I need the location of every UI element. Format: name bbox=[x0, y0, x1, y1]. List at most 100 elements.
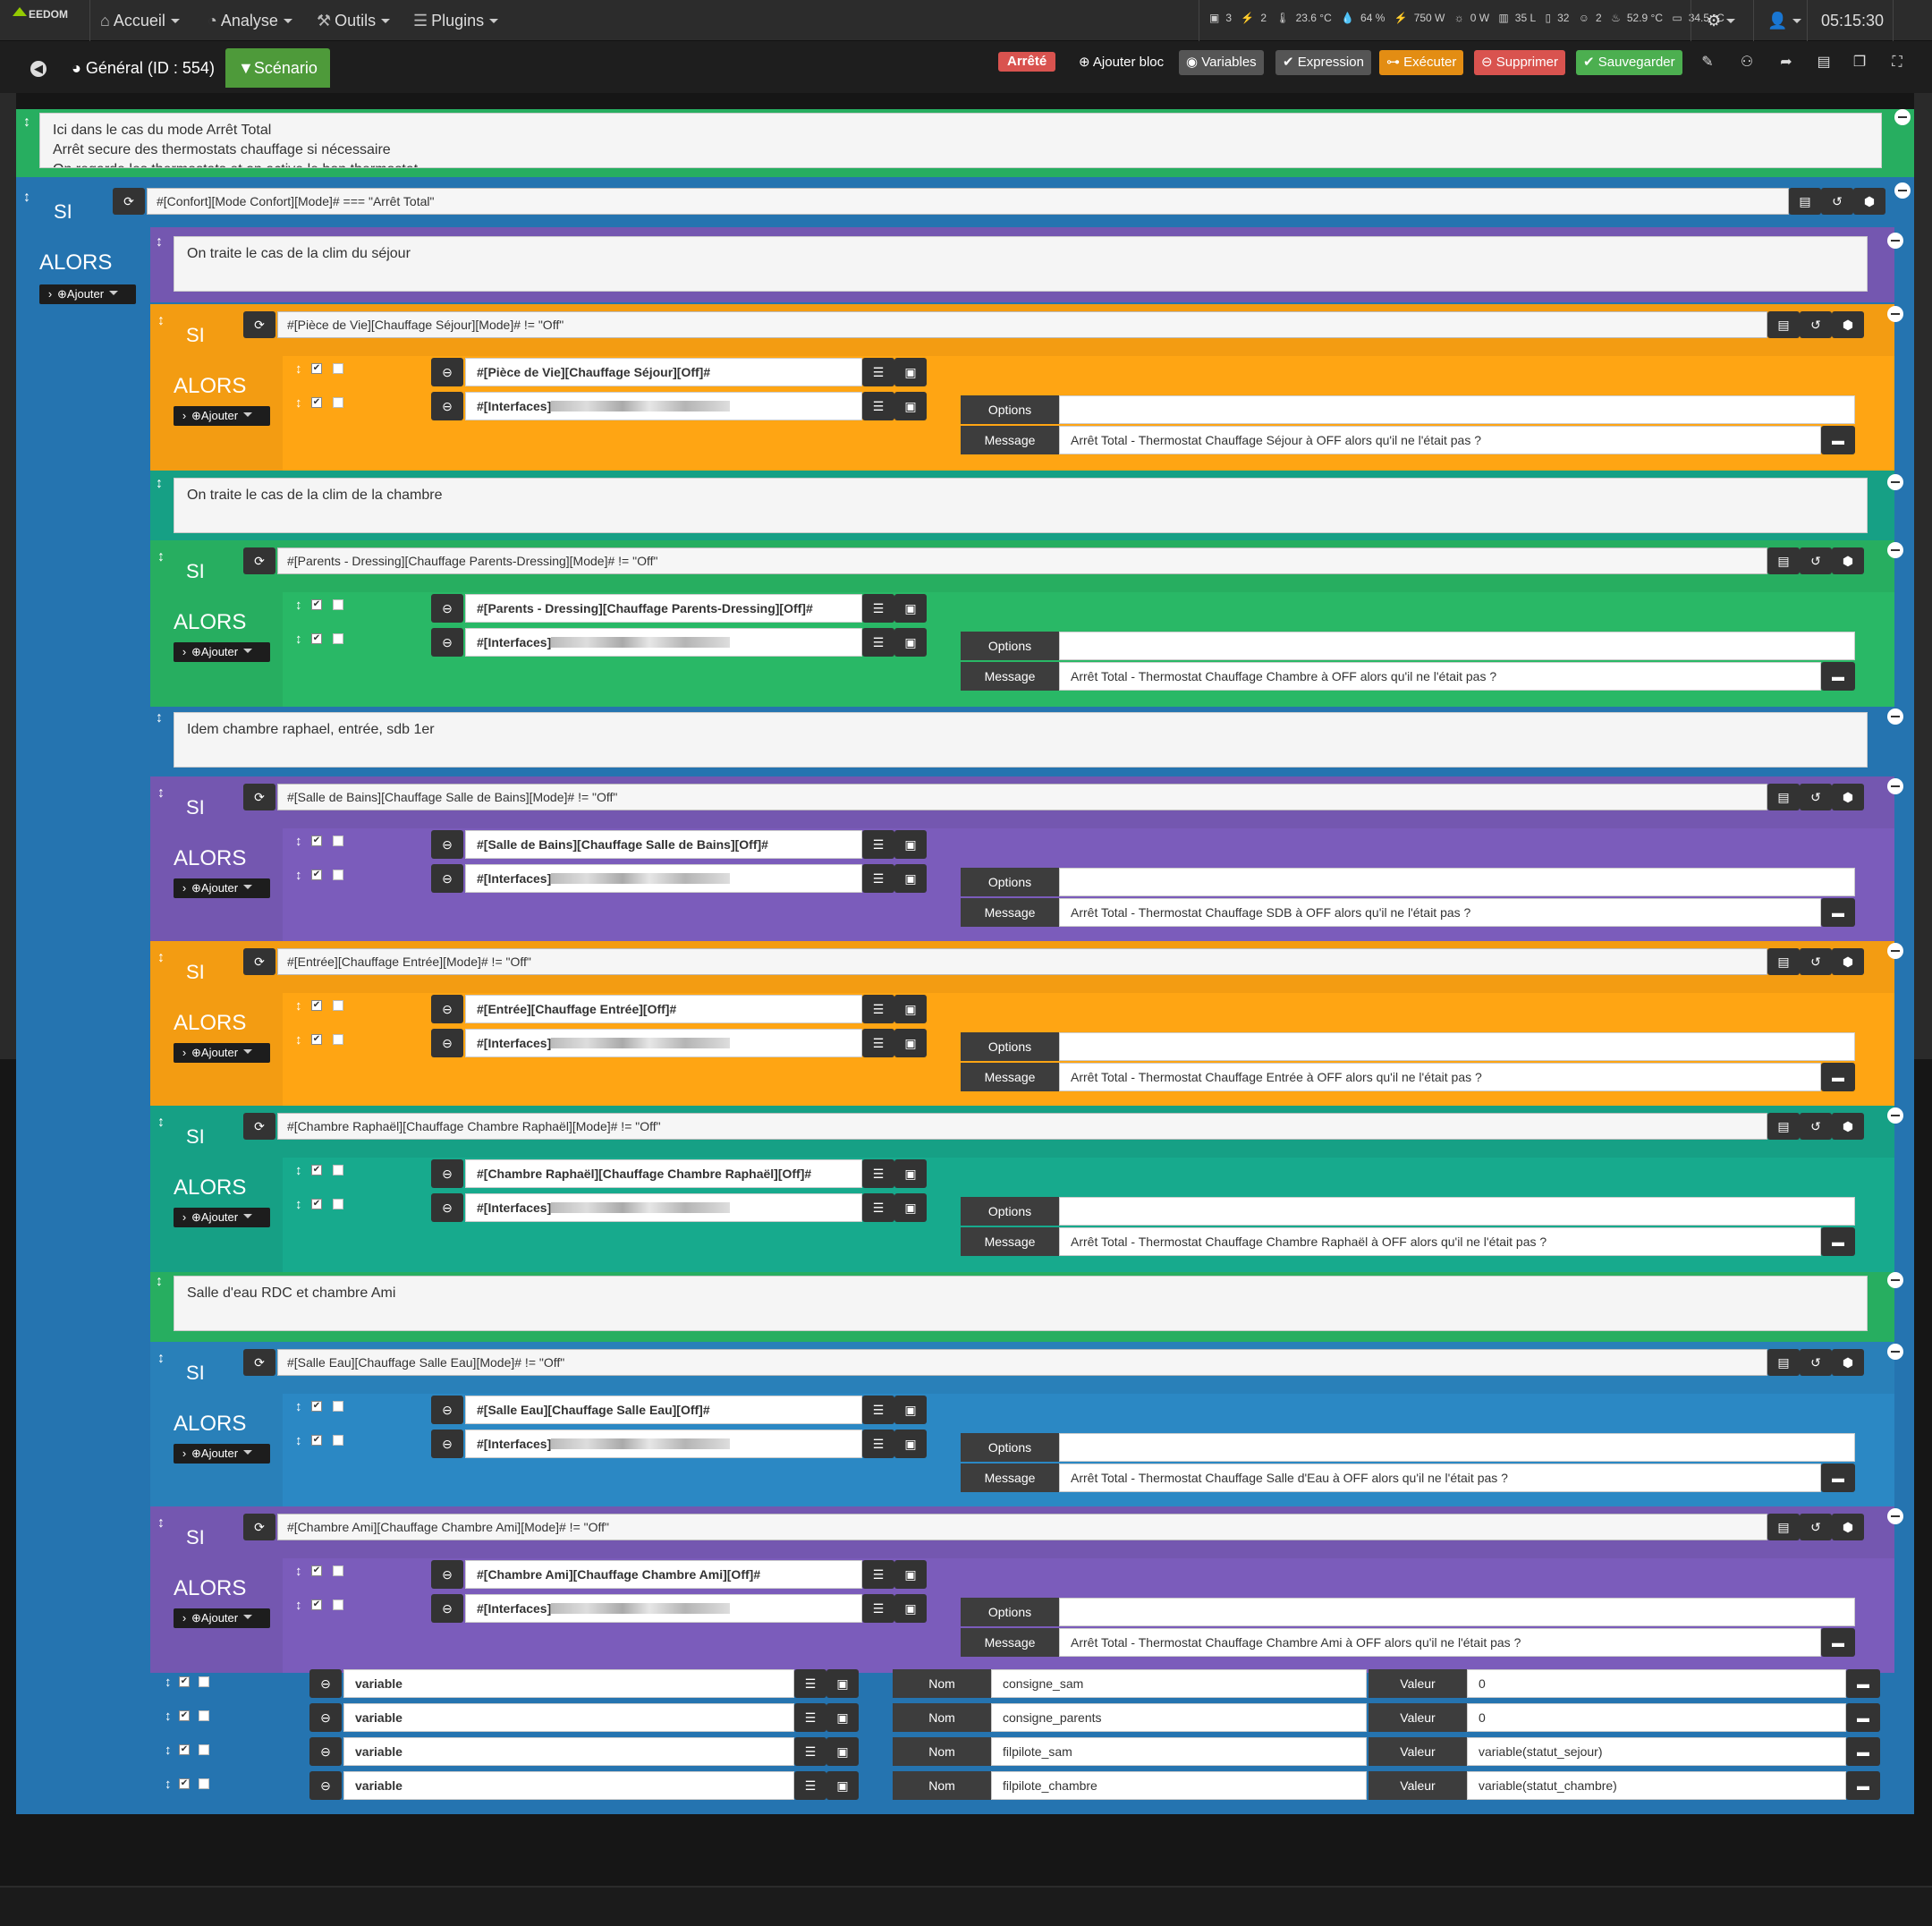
fullscreen-icon[interactable]: ⛶ bbox=[1882, 50, 1912, 75]
copy-icon[interactable]: ❐ bbox=[1844, 50, 1875, 75]
remove-block-icon[interactable] bbox=[1894, 109, 1911, 125]
cube-icon[interactable]: ▣ bbox=[894, 830, 927, 859]
remove-action-icon[interactable]: ⊖ bbox=[431, 1594, 463, 1623]
menu-outils[interactable]: ⚒ Outils bbox=[317, 0, 391, 41]
remove-action-icon[interactable]: ⊖ bbox=[431, 594, 463, 623]
list-icon[interactable]: ☰ bbox=[862, 864, 894, 893]
parallel-checkbox[interactable] bbox=[199, 1744, 209, 1755]
variable-value-input[interactable]: 0 bbox=[1467, 1703, 1846, 1732]
cube-icon[interactable]: ▣ bbox=[826, 1771, 859, 1800]
list-icon[interactable]: ▤ bbox=[1767, 1113, 1800, 1140]
enable-checkbox[interactable]: ✔ bbox=[311, 1034, 322, 1045]
drag-handle-icon[interactable]: ↕ bbox=[295, 1399, 302, 1414]
drag-handle-icon[interactable]: ↕ bbox=[295, 1197, 302, 1212]
main-condition-input[interactable]: #[Confort][Mode Confort][Mode]# === "Arr… bbox=[147, 188, 1789, 215]
list-icon[interactable]: ☰ bbox=[794, 1703, 826, 1732]
enable-checkbox[interactable]: ✔ bbox=[311, 1565, 322, 1576]
add-action-button[interactable]: › ⊕Ajouter bbox=[39, 284, 136, 304]
action-command-input[interactable]: #[Interfaces] bbox=[465, 1029, 862, 1057]
list-icon[interactable]: ▤ bbox=[1767, 311, 1800, 338]
cube-icon[interactable]: ▣ bbox=[894, 1159, 927, 1188]
drag-handle-icon[interactable]: ↕ bbox=[156, 476, 163, 492]
variable-value-input[interactable]: 0 bbox=[1467, 1669, 1846, 1698]
message-icon[interactable]: ▬ bbox=[1821, 1063, 1855, 1091]
remove-action-icon[interactable]: ⊖ bbox=[431, 1396, 463, 1424]
cube-icon[interactable]: ▣ bbox=[894, 995, 927, 1023]
history-icon[interactable]: ↺ bbox=[1800, 784, 1832, 810]
list-icon[interactable]: ▤ bbox=[1767, 1514, 1800, 1540]
parallel-checkbox[interactable] bbox=[333, 836, 343, 846]
jeedom-logo[interactable]: EEDOM bbox=[13, 7, 68, 21]
drag-handle-icon[interactable]: ↕ bbox=[165, 1709, 172, 1724]
enable-checkbox[interactable]: ✔ bbox=[179, 1676, 190, 1687]
list-icon[interactable]: ☰ bbox=[862, 1430, 894, 1458]
menu-accueil[interactable]: ⌂ Accueil bbox=[100, 0, 180, 41]
drag-handle-icon[interactable]: ↕ bbox=[23, 190, 30, 206]
cube-icon[interactable]: ▣ bbox=[894, 628, 927, 657]
message-icon[interactable]: ▬ bbox=[1821, 1628, 1855, 1657]
cube-icon[interactable]: ⬢ bbox=[1832, 1514, 1864, 1540]
history-icon[interactable]: ↺ bbox=[1800, 1514, 1832, 1540]
list-icon[interactable]: ▤ bbox=[1789, 188, 1821, 215]
remove-block-icon[interactable] bbox=[1887, 1272, 1903, 1288]
message-icon[interactable]: ▬ bbox=[1821, 1227, 1855, 1256]
remove-block-icon[interactable] bbox=[1887, 542, 1903, 558]
remove-block-icon[interactable] bbox=[1887, 943, 1903, 959]
remove-action-icon[interactable]: ⊖ bbox=[309, 1771, 342, 1800]
cube-icon[interactable]: ▣ bbox=[894, 1029, 927, 1057]
add-action-button[interactable]: › ⊕Ajouter bbox=[174, 406, 270, 426]
parallel-checkbox[interactable] bbox=[199, 1710, 209, 1721]
enable-checkbox[interactable]: ✔ bbox=[311, 1401, 322, 1412]
enable-checkbox[interactable]: ✔ bbox=[311, 599, 322, 610]
comment-text[interactable]: On traite le cas de la clim de la chambr… bbox=[174, 478, 1868, 533]
remove-block-icon[interactable] bbox=[1887, 708, 1903, 725]
refresh-icon[interactable]: ⟳ bbox=[243, 1514, 275, 1540]
drag-handle-icon[interactable]: ↕ bbox=[295, 395, 302, 411]
cube-icon[interactable]: ▣ bbox=[894, 358, 927, 386]
action-command-input[interactable]: #[Interfaces] bbox=[465, 864, 862, 893]
condition-input[interactable]: #[Parents - Dressing][Chauffage Parents-… bbox=[277, 547, 1767, 574]
remove-block-icon[interactable] bbox=[1894, 182, 1911, 199]
parallel-checkbox[interactable] bbox=[333, 1199, 343, 1209]
enable-checkbox[interactable]: ✔ bbox=[311, 633, 322, 644]
history-icon[interactable]: ↺ bbox=[1800, 1349, 1832, 1376]
parallel-checkbox[interactable] bbox=[333, 633, 343, 644]
parallel-checkbox[interactable] bbox=[333, 599, 343, 610]
remove-block-icon[interactable] bbox=[1887, 1107, 1903, 1124]
remove-action-icon[interactable]: ⊖ bbox=[309, 1703, 342, 1732]
parallel-checkbox[interactable] bbox=[333, 1000, 343, 1011]
menu-analyse[interactable]: ◔ Analyse bbox=[208, 0, 292, 41]
options-input[interactable] bbox=[1059, 1433, 1855, 1462]
action-command-input[interactable]: #[Entrée][Chauffage Entrée][Off]# bbox=[465, 995, 862, 1023]
drag-handle-icon[interactable]: ↕ bbox=[165, 1777, 172, 1792]
remove-action-icon[interactable]: ⊖ bbox=[431, 1430, 463, 1458]
message-input[interactable]: Arrêt Total - Thermostat Chauffage Chamb… bbox=[1059, 662, 1821, 691]
drag-handle-icon[interactable]: ↕ bbox=[295, 632, 302, 647]
remove-action-icon[interactable]: ⊖ bbox=[309, 1737, 342, 1766]
list-icon[interactable]: ☰ bbox=[862, 1159, 894, 1188]
refresh-icon[interactable]: ⟳ bbox=[243, 311, 275, 338]
refresh-icon[interactable]: ⟳ bbox=[243, 1113, 275, 1140]
drag-handle-icon[interactable]: ↕ bbox=[295, 1598, 302, 1613]
save-button[interactable]: ✔ Sauvegarder bbox=[1576, 50, 1682, 75]
list-icon[interactable]: ▤ bbox=[1767, 547, 1800, 574]
cube-icon[interactable]: ⬢ bbox=[1832, 784, 1864, 810]
parallel-checkbox[interactable] bbox=[333, 1401, 343, 1412]
condition-input[interactable]: #[Salle de Bains][Chauffage Salle de Bai… bbox=[277, 784, 1767, 810]
remove-action-icon[interactable]: ⊖ bbox=[431, 830, 463, 859]
options-input[interactable] bbox=[1059, 1197, 1855, 1226]
drag-handle-icon[interactable]: ↕ bbox=[23, 115, 30, 131]
condition-input[interactable]: #[Chambre Ami][Chauffage Chambre Ami][Mo… bbox=[277, 1514, 1767, 1540]
templates-icon[interactable]: ⚇ bbox=[1732, 50, 1762, 75]
action-command-input[interactable]: #[Interfaces] bbox=[465, 392, 862, 420]
message-input[interactable]: Arrêt Total - Thermostat Chauffage Salle… bbox=[1059, 1464, 1821, 1492]
enable-checkbox[interactable]: ✔ bbox=[311, 836, 322, 846]
list-icon[interactable]: ☰ bbox=[794, 1737, 826, 1766]
message-icon[interactable]: ▬ bbox=[1821, 1464, 1855, 1492]
drag-handle-icon[interactable]: ↕ bbox=[295, 1163, 302, 1178]
remove-block-icon[interactable] bbox=[1887, 233, 1903, 249]
drag-handle-icon[interactable]: ↕ bbox=[157, 1115, 165, 1131]
variable-name-input[interactable]: filpilote_sam bbox=[991, 1737, 1367, 1766]
tab-general[interactable]: ◕ Général (ID : 554) bbox=[59, 48, 227, 88]
drag-handle-icon[interactable]: ↕ bbox=[295, 1433, 302, 1448]
